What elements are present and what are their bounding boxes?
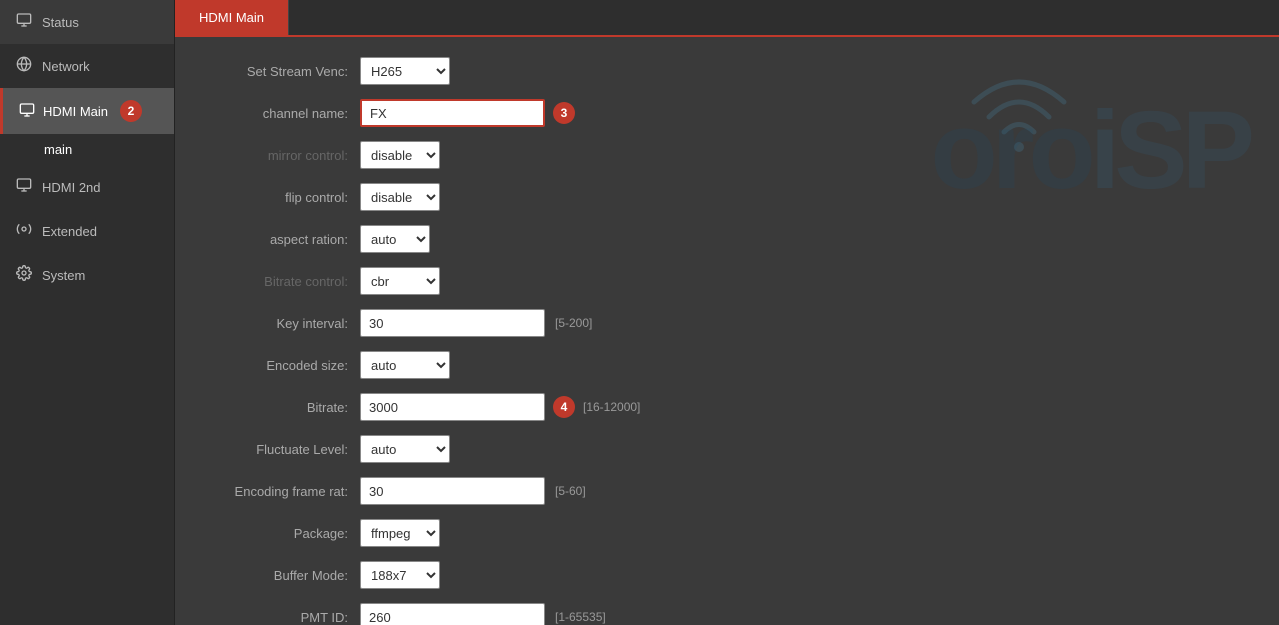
tab-hdmi-main[interactable]: HDMI Main — [175, 0, 289, 35]
fluctuate-level-select[interactable]: auto low medium high — [360, 435, 450, 463]
set-stream-venc-label: Set Stream Venc: — [205, 64, 360, 79]
aspect-ration-select[interactable]: auto 4:3 16:9 — [360, 225, 430, 253]
sidebar-item-hdmi-main[interactable]: HDMI Main 2 — [0, 88, 174, 134]
mirror-control-select[interactable]: disable enable — [360, 141, 440, 169]
bitrate-label: Bitrate: — [205, 400, 360, 415]
key-interval-row: Key interval: [5-200] — [205, 309, 1249, 337]
sidebar-item-label: System — [42, 268, 85, 283]
key-interval-label: Key interval: — [205, 316, 360, 331]
encoding-frame-rat-input[interactable] — [360, 477, 545, 505]
encoding-frame-rat-hint: [5-60] — [555, 484, 586, 498]
fluctuate-level-row: Fluctuate Level: auto low medium high — [205, 435, 1249, 463]
flip-control-label: flip control: — [205, 190, 360, 205]
flip-control-select[interactable]: disable enable — [360, 183, 440, 211]
sidebar-item-label: HDMI 2nd — [42, 180, 101, 195]
sidebar-sub-item-main[interactable]: main — [0, 134, 174, 165]
sidebar-item-label: HDMI Main — [43, 104, 108, 119]
bitrate-badge: 4 — [553, 396, 575, 418]
extended-icon — [16, 221, 32, 241]
bitrate-hint: [16-12000] — [583, 400, 640, 414]
sidebar-item-extended[interactable]: Extended — [0, 209, 174, 253]
encoding-frame-rat-label: Encoding frame rat: — [205, 484, 360, 499]
encoded-size-row: Encoded size: auto 1920x1080 1280x720 — [205, 351, 1249, 379]
pmt-id-input[interactable] — [360, 603, 545, 625]
set-stream-venc-row: Set Stream Venc: H265 H264 H265+ — [205, 57, 1249, 85]
sidebar-item-network[interactable]: Network — [0, 44, 174, 88]
hdmi-main-badge: 2 — [120, 100, 142, 122]
buffer-mode-row: Buffer Mode: 188x7 188x5 188x3 — [205, 561, 1249, 589]
set-stream-venc-select[interactable]: H265 H264 H265+ — [360, 57, 450, 85]
form-area: oroiSP Set Stream Venc: H265 H264 H265+ … — [175, 37, 1279, 625]
mirror-control-row: mirror control: disable enable — [205, 141, 1249, 169]
encoded-size-label: Encoded size: — [205, 358, 360, 373]
aspect-ration-label: aspect ration: — [205, 232, 360, 247]
hdmi-main-icon — [19, 102, 35, 121]
package-select[interactable]: ffmpeg ts — [360, 519, 440, 547]
bitrate-input[interactable] — [360, 393, 545, 421]
channel-name-input[interactable] — [360, 99, 545, 127]
pmt-id-row: PMT ID: [1-65535] — [205, 603, 1249, 625]
encoding-frame-rat-row: Encoding frame rat: [5-60] — [205, 477, 1249, 505]
channel-name-label: channel name: — [205, 106, 360, 121]
bitrate-control-select[interactable]: cbr vbr — [360, 267, 440, 295]
buffer-mode-label: Buffer Mode: — [205, 568, 360, 583]
fluctuate-level-label: Fluctuate Level: — [205, 442, 360, 457]
tab-bar: HDMI Main — [175, 0, 1279, 37]
encoded-size-select[interactable]: auto 1920x1080 1280x720 — [360, 351, 450, 379]
key-interval-input[interactable] — [360, 309, 545, 337]
sidebar-item-label: Extended — [42, 224, 97, 239]
sidebar: Status Network HDMI Main 2 main HDMI 2nd… — [0, 0, 175, 625]
pmt-id-hint: [1-65535] — [555, 610, 606, 624]
sidebar-item-label: Status — [42, 15, 79, 30]
sidebar-item-system[interactable]: System — [0, 253, 174, 297]
monitor-icon — [16, 12, 32, 32]
sidebar-item-label: Network — [42, 59, 90, 74]
flip-control-row: flip control: disable enable — [205, 183, 1249, 211]
channel-name-row: channel name: 3 — [205, 99, 1249, 127]
mirror-control-label: mirror control: — [205, 148, 360, 163]
sidebar-item-hdmi-2nd[interactable]: HDMI 2nd — [0, 165, 174, 209]
package-row: Package: ffmpeg ts — [205, 519, 1249, 547]
main-content: HDMI Main oroiSP Set Stream Venc: H265 — [175, 0, 1279, 625]
bitrate-control-row: Bitrate control: cbr vbr — [205, 267, 1249, 295]
bitrate-control-label: Bitrate control: — [205, 274, 360, 289]
bitrate-row: Bitrate: 4 [16-12000] — [205, 393, 1249, 421]
channel-name-badge: 3 — [553, 102, 575, 124]
key-interval-hint: [5-200] — [555, 316, 592, 330]
package-label: Package: — [205, 526, 360, 541]
hdmi-2nd-icon — [16, 177, 32, 197]
sidebar-sub-label: main — [44, 142, 72, 157]
pmt-id-label: PMT ID: — [205, 610, 360, 625]
sidebar-item-status[interactable]: Status — [0, 0, 174, 44]
aspect-ration-row: aspect ration: auto 4:3 16:9 — [205, 225, 1249, 253]
network-icon — [16, 56, 32, 76]
buffer-mode-select[interactable]: 188x7 188x5 188x3 — [360, 561, 440, 589]
system-icon — [16, 265, 32, 285]
